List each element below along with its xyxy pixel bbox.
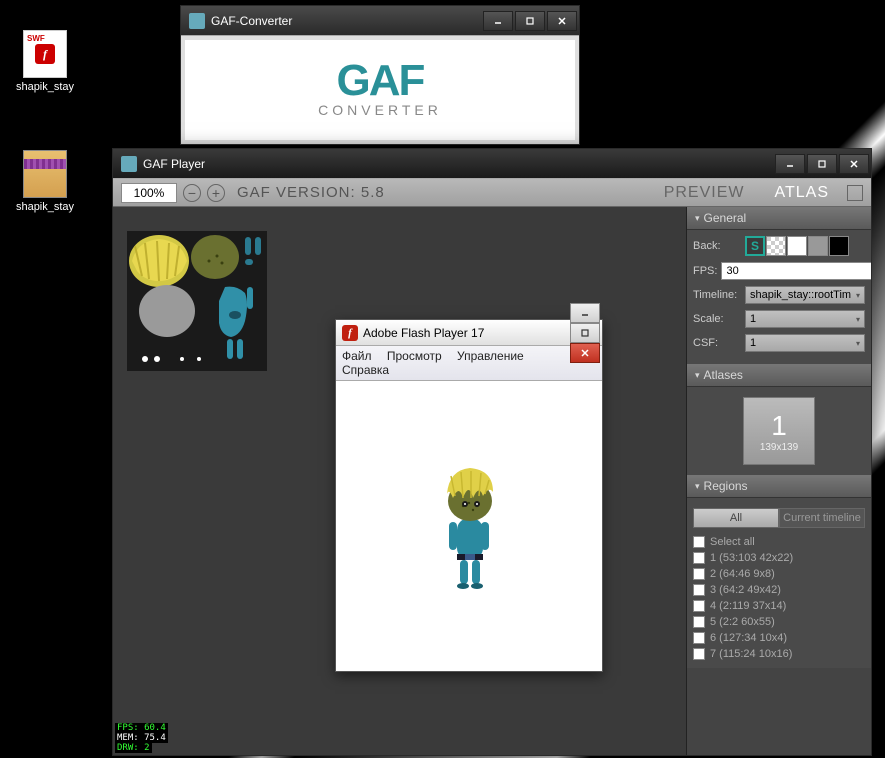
menu-view[interactable]: Просмотр bbox=[387, 349, 442, 363]
menu-help[interactable]: Справка bbox=[342, 363, 389, 377]
minimize-button[interactable] bbox=[483, 11, 513, 31]
maximize-button[interactable] bbox=[570, 323, 600, 343]
csf-dropdown[interactable]: 1 bbox=[745, 334, 865, 352]
checkbox-icon[interactable] bbox=[693, 632, 705, 644]
maximize-button[interactable] bbox=[515, 11, 545, 31]
desktop-icon-label: shapik_stay bbox=[10, 81, 80, 93]
tab-atlas[interactable]: ATLAS bbox=[763, 184, 842, 202]
minimize-button[interactable] bbox=[570, 303, 600, 323]
zoom-input[interactable]: 100% bbox=[121, 183, 177, 203]
close-button[interactable] bbox=[839, 154, 869, 174]
tab-preview[interactable]: PREVIEW bbox=[652, 184, 757, 202]
flash-stage[interactable] bbox=[336, 381, 602, 671]
panel-header-regions[interactable]: Regions bbox=[687, 475, 871, 498]
region-item[interactable]: 7 (115:24 10x16) bbox=[693, 646, 865, 662]
timeline-label: Timeline: bbox=[693, 289, 741, 301]
gaf-converter-window: GAF-Converter GAF CONVERTER bbox=[180, 5, 580, 145]
properties-sidebar: General Back: S FPS: ▲▼ bbox=[686, 207, 871, 755]
checkbox-icon[interactable] bbox=[693, 600, 705, 612]
checkbox-icon[interactable] bbox=[693, 616, 705, 628]
region-item[interactable]: 5 (2:2 60x55) bbox=[693, 614, 865, 630]
checkbox-icon[interactable] bbox=[693, 568, 705, 580]
scale-label: Scale: bbox=[693, 313, 741, 325]
flash-menu-bar: Файл Просмотр Управление Справка bbox=[336, 346, 602, 381]
atlas-thumbnail[interactable]: 1 139x139 bbox=[743, 397, 815, 465]
atlas-preview-image bbox=[127, 231, 267, 371]
regions-select-all[interactable]: Select all bbox=[693, 534, 865, 550]
maximize-button[interactable] bbox=[807, 154, 837, 174]
checkbox-icon[interactable] bbox=[693, 584, 705, 596]
csf-label: CSF: bbox=[693, 337, 741, 349]
gaf-converter-body: GAF CONVERTER bbox=[185, 40, 575, 140]
performance-stats: FPS: 60.4 MEM: 75.4 DRW: 2 bbox=[115, 723, 168, 753]
desktop-icon-rar[interactable]: shapik_stay bbox=[10, 150, 80, 213]
panel-header-atlases[interactable]: Atlases bbox=[687, 364, 871, 387]
region-item[interactable]: 4 (2:119 37x14) bbox=[693, 598, 865, 614]
back-color-swatches: S bbox=[745, 236, 849, 256]
swatch-gray[interactable] bbox=[808, 236, 828, 256]
app-icon bbox=[121, 156, 137, 172]
zoom-out-button[interactable]: − bbox=[183, 184, 201, 202]
titlebar[interactable]: f Adobe Flash Player 17 bbox=[336, 320, 602, 346]
region-item[interactable]: 3 (64:2 49x42) bbox=[693, 582, 865, 598]
window-title: Adobe Flash Player 17 bbox=[363, 326, 570, 340]
window-title: GAF Player bbox=[143, 157, 775, 171]
region-item[interactable]: 2 (64:46 9x8) bbox=[693, 566, 865, 582]
desktop-icon-swf[interactable]: f shapik_stay bbox=[10, 30, 80, 93]
gaf-version-label: GAF VERSION: 5.8 bbox=[237, 184, 385, 201]
panel-header-general[interactable]: General bbox=[687, 207, 871, 230]
regions-list: Select all 1 (53:103 42x22)2 (64:46 9x8)… bbox=[693, 534, 865, 662]
regions-tab-current[interactable]: Current timeline bbox=[779, 508, 865, 528]
fps-input[interactable] bbox=[721, 262, 871, 280]
swf-file-icon: f bbox=[23, 30, 67, 78]
checkbox-icon[interactable] bbox=[693, 552, 705, 564]
scale-dropdown[interactable]: 1 bbox=[745, 310, 865, 328]
flash-player-window: f Adobe Flash Player 17 Файл Просмотр Уп… bbox=[335, 319, 603, 672]
menu-file[interactable]: Файл bbox=[342, 349, 372, 363]
character-sprite bbox=[429, 456, 509, 596]
titlebar[interactable]: GAF Player bbox=[113, 149, 871, 179]
zoom-in-button[interactable]: + bbox=[207, 184, 225, 202]
close-button[interactable] bbox=[547, 11, 577, 31]
regions-tab-all[interactable]: All bbox=[693, 508, 779, 528]
flash-icon: f bbox=[342, 325, 358, 341]
region-item[interactable]: 1 (53:103 42x22) bbox=[693, 550, 865, 566]
titlebar[interactable]: GAF-Converter bbox=[181, 6, 579, 36]
fullscreen-icon[interactable] bbox=[847, 185, 863, 201]
desktop-icon-label: shapik_stay bbox=[10, 201, 80, 213]
window-title: GAF-Converter bbox=[211, 14, 483, 28]
checkbox-icon[interactable] bbox=[693, 648, 705, 660]
timeline-dropdown[interactable]: shapik_stay::rootTim bbox=[745, 286, 865, 304]
back-label: Back: bbox=[693, 240, 741, 252]
gaf-player-toolbar: 100% − + GAF VERSION: 5.8 PREVIEW ATLAS bbox=[113, 179, 871, 207]
swatch-black[interactable] bbox=[829, 236, 849, 256]
swatch-dark[interactable]: S bbox=[745, 236, 765, 256]
minimize-button[interactable] bbox=[775, 154, 805, 174]
swatch-transparent[interactable] bbox=[766, 236, 786, 256]
rar-file-icon bbox=[23, 150, 67, 198]
region-item[interactable]: 6 (127:34 10x4) bbox=[693, 630, 865, 646]
menu-control[interactable]: Управление bbox=[457, 349, 524, 363]
fps-label: FPS: bbox=[693, 265, 717, 277]
swatch-white[interactable] bbox=[787, 236, 807, 256]
checkbox-icon[interactable] bbox=[693, 536, 705, 548]
close-button[interactable] bbox=[570, 343, 600, 363]
app-icon bbox=[189, 13, 205, 29]
gaf-logo: GAF CONVERTER bbox=[318, 62, 442, 117]
